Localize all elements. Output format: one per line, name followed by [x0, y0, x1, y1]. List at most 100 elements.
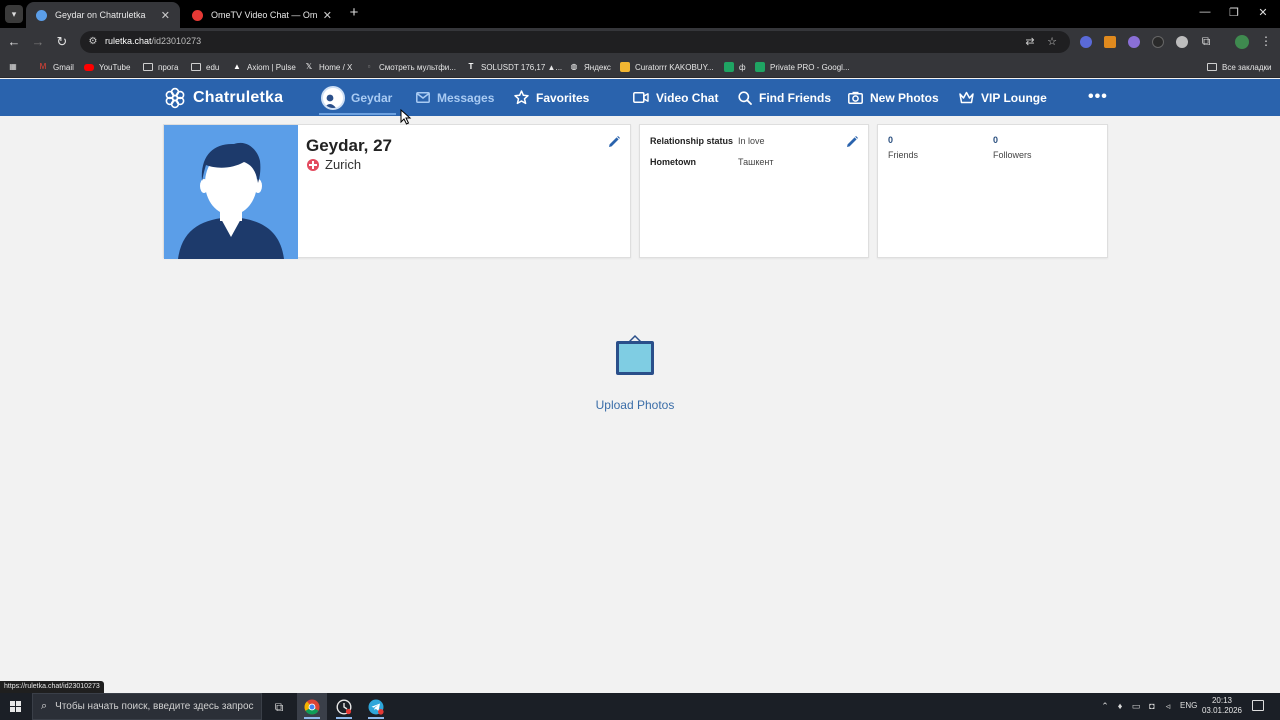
- extension-icon[interactable]: [1176, 36, 1188, 48]
- translate-icon[interactable]: ⇄: [1024, 36, 1036, 48]
- taskbar-clock[interactable]: 20:13 03.01.2026: [1200, 696, 1244, 716]
- nav-label: Video Chat: [656, 90, 719, 105]
- tradingview-icon: T: [468, 62, 474, 71]
- tray-camera-icon[interactable]: ◘: [1146, 701, 1158, 712]
- ometv-favicon-icon: [192, 9, 203, 21]
- bookmark-x[interactable]: 𝕏 Home / X: [304, 61, 353, 73]
- nav-item-vip-lounge[interactable]: VIP Lounge: [959, 79, 1047, 116]
- extension-icon[interactable]: [1128, 36, 1140, 48]
- bookmark-youtube[interactable]: YouTube: [84, 61, 130, 73]
- close-tab-icon[interactable]: ✕: [323, 9, 332, 22]
- tray-app-icon[interactable]: ▭: [1130, 701, 1142, 712]
- extension-icon[interactable]: [1080, 36, 1092, 48]
- tab-search-button[interactable]: ▾: [5, 5, 23, 23]
- bookmark-yandex[interactable]: ◍ Яндекс: [569, 61, 611, 73]
- clock-date: 03.01.2026: [1201, 706, 1243, 715]
- windows-taskbar: ⌕ Чтобы начать поиск, введите здесь запр…: [0, 693, 1280, 720]
- nav-item-new-photos[interactable]: New Photos: [848, 79, 939, 116]
- sheets-icon: [724, 62, 734, 72]
- nav-label: Geydar: [351, 90, 393, 105]
- bookmark-solusdt[interactable]: T SOLUSDT 176,17 ▲...: [466, 61, 563, 73]
- extension-icon[interactable]: [1104, 36, 1116, 48]
- windows-start-icon[interactable]: [10, 701, 22, 713]
- nav-item-favorites[interactable]: Favorites: [514, 79, 589, 116]
- social-stats-card: 0 Friends 0 Followers: [877, 124, 1108, 258]
- location-text: Zurich: [325, 157, 362, 172]
- profile-photo-placeholder[interactable]: [164, 125, 298, 259]
- folder-icon: [1207, 63, 1217, 71]
- bookmark-star-icon[interactable]: ☆: [1046, 36, 1058, 48]
- bookmark-gmail[interactable]: M Gmail: [38, 61, 74, 73]
- address-bar[interactable]: ⚙ ruletka.chat/id23010273 ⇄ ☆: [80, 31, 1070, 53]
- crown-icon: [959, 91, 974, 104]
- tab-title: OmeTV Video Chat — Omegle: [211, 10, 317, 20]
- link-status-bubble: https://ruletka.chat/id23010273: [0, 681, 104, 693]
- site-info-icon[interactable]: ⚙: [87, 36, 99, 48]
- friends-count: 0: [888, 135, 894, 145]
- nav-item-messages[interactable]: Messages: [416, 79, 494, 116]
- bookmark-folder-proga[interactable]: прога: [143, 61, 178, 73]
- edit-profile-pencil-icon[interactable]: [607, 135, 621, 149]
- task-view-icon[interactable]: ⧉: [271, 699, 287, 715]
- nav-item-profile[interactable]: Geydar: [318, 79, 397, 116]
- nav-item-video-chat[interactable]: Video Chat: [633, 79, 718, 116]
- browser-menu-icon[interactable]: ⋮: [1259, 34, 1273, 48]
- taskbar-search-placeholder: Чтобы начать поиск, введите здесь запрос: [55, 701, 254, 712]
- all-bookmarks-folder[interactable]: Все закладки: [1207, 61, 1271, 73]
- taskbar-telegram[interactable]: [361, 693, 391, 720]
- bookmark-cartoons[interactable]: ▫ Смотреть мультфи...: [364, 61, 456, 73]
- friends-label: Friends: [888, 150, 919, 160]
- edit-details-pencil-icon[interactable]: [845, 135, 859, 149]
- bookmark-folder-edu[interactable]: edu: [191, 61, 219, 73]
- video-camera-icon: [633, 92, 649, 103]
- photo-frame-icon: [616, 334, 654, 375]
- bookmark-kakobuy[interactable]: Curatorrr KAKOBUY...: [620, 61, 714, 73]
- axiom-icon: ▲: [233, 62, 241, 71]
- kakobuy-icon: [620, 62, 630, 72]
- brand-name: Chatruletka: [193, 89, 284, 106]
- keyboard-language[interactable]: ENG: [1180, 701, 1197, 710]
- relationship-status-value: In love: [738, 136, 765, 146]
- browser-tab-ometv[interactable]: OmeTV Video Chat — Omegle ✕: [182, 2, 342, 28]
- browser-tab-active[interactable]: Geydar on Chatruletka ✕: [26, 2, 180, 28]
- upload-photos-button[interactable]: Upload Photos: [580, 334, 690, 416]
- volume-icon[interactable]: ◃: [1162, 701, 1174, 712]
- envelope-icon: [416, 92, 430, 103]
- folder-icon: [143, 63, 153, 71]
- chatruletka-logo-icon: [165, 87, 185, 109]
- bookmark-axiom[interactable]: ▲ Axiom | Pulse: [232, 61, 296, 73]
- close-window-button[interactable]: ✕: [1253, 6, 1273, 19]
- chatruletka-logo[interactable]: Chatruletka: [164, 87, 283, 109]
- taskbar-chrome[interactable]: [297, 693, 327, 720]
- new-tab-button[interactable]: +: [346, 5, 362, 21]
- nav-label: Favorites: [536, 90, 590, 105]
- back-arrow-icon[interactable]: ←: [6, 34, 22, 50]
- tray-overflow-chevron-icon[interactable]: ⌃: [1099, 701, 1111, 712]
- clock-time: 20:13: [1211, 696, 1233, 705]
- microphone-icon[interactable]: ♦: [1114, 701, 1126, 712]
- more-menu-icon[interactable]: •••: [1088, 89, 1108, 105]
- apps-grid-icon[interactable]: ▦: [8, 61, 23, 73]
- close-tab-icon[interactable]: ✕: [161, 9, 170, 22]
- profile-avatar-icon[interactable]: [1235, 35, 1249, 49]
- chatruletka-favicon-icon: [36, 9, 47, 21]
- nav-item-find-friends[interactable]: Find Friends: [738, 79, 831, 116]
- relationship-status-label: Relationship status: [650, 136, 734, 146]
- reload-icon[interactable]: ↻: [54, 34, 70, 50]
- camera-icon: [848, 91, 863, 104]
- notifications-icon[interactable]: [1252, 700, 1264, 711]
- taskbar-app[interactable]: [329, 693, 359, 720]
- default-avatar-icon: [178, 142, 284, 259]
- chrome-icon: [304, 699, 320, 715]
- mouse-cursor-icon: [400, 109, 412, 125]
- bookmark-sheet[interactable]: ф: [724, 61, 746, 73]
- minimize-window-button[interactable]: —: [1195, 6, 1215, 18]
- hometown-label: Hometown: [650, 157, 696, 167]
- extension-icon[interactable]: [1152, 36, 1164, 48]
- bookmark-private-pro[interactable]: Private PRO - Googl...: [755, 61, 850, 73]
- play-icon: ▫: [367, 62, 371, 71]
- taskbar-search-box[interactable]: ⌕ Чтобы начать поиск, введите здесь запр…: [32, 693, 262, 720]
- maximize-window-button[interactable]: ❐: [1224, 6, 1244, 19]
- forward-arrow-icon[interactable]: →: [30, 34, 46, 50]
- extensions-puzzle-icon[interactable]: ⧉: [1199, 34, 1213, 48]
